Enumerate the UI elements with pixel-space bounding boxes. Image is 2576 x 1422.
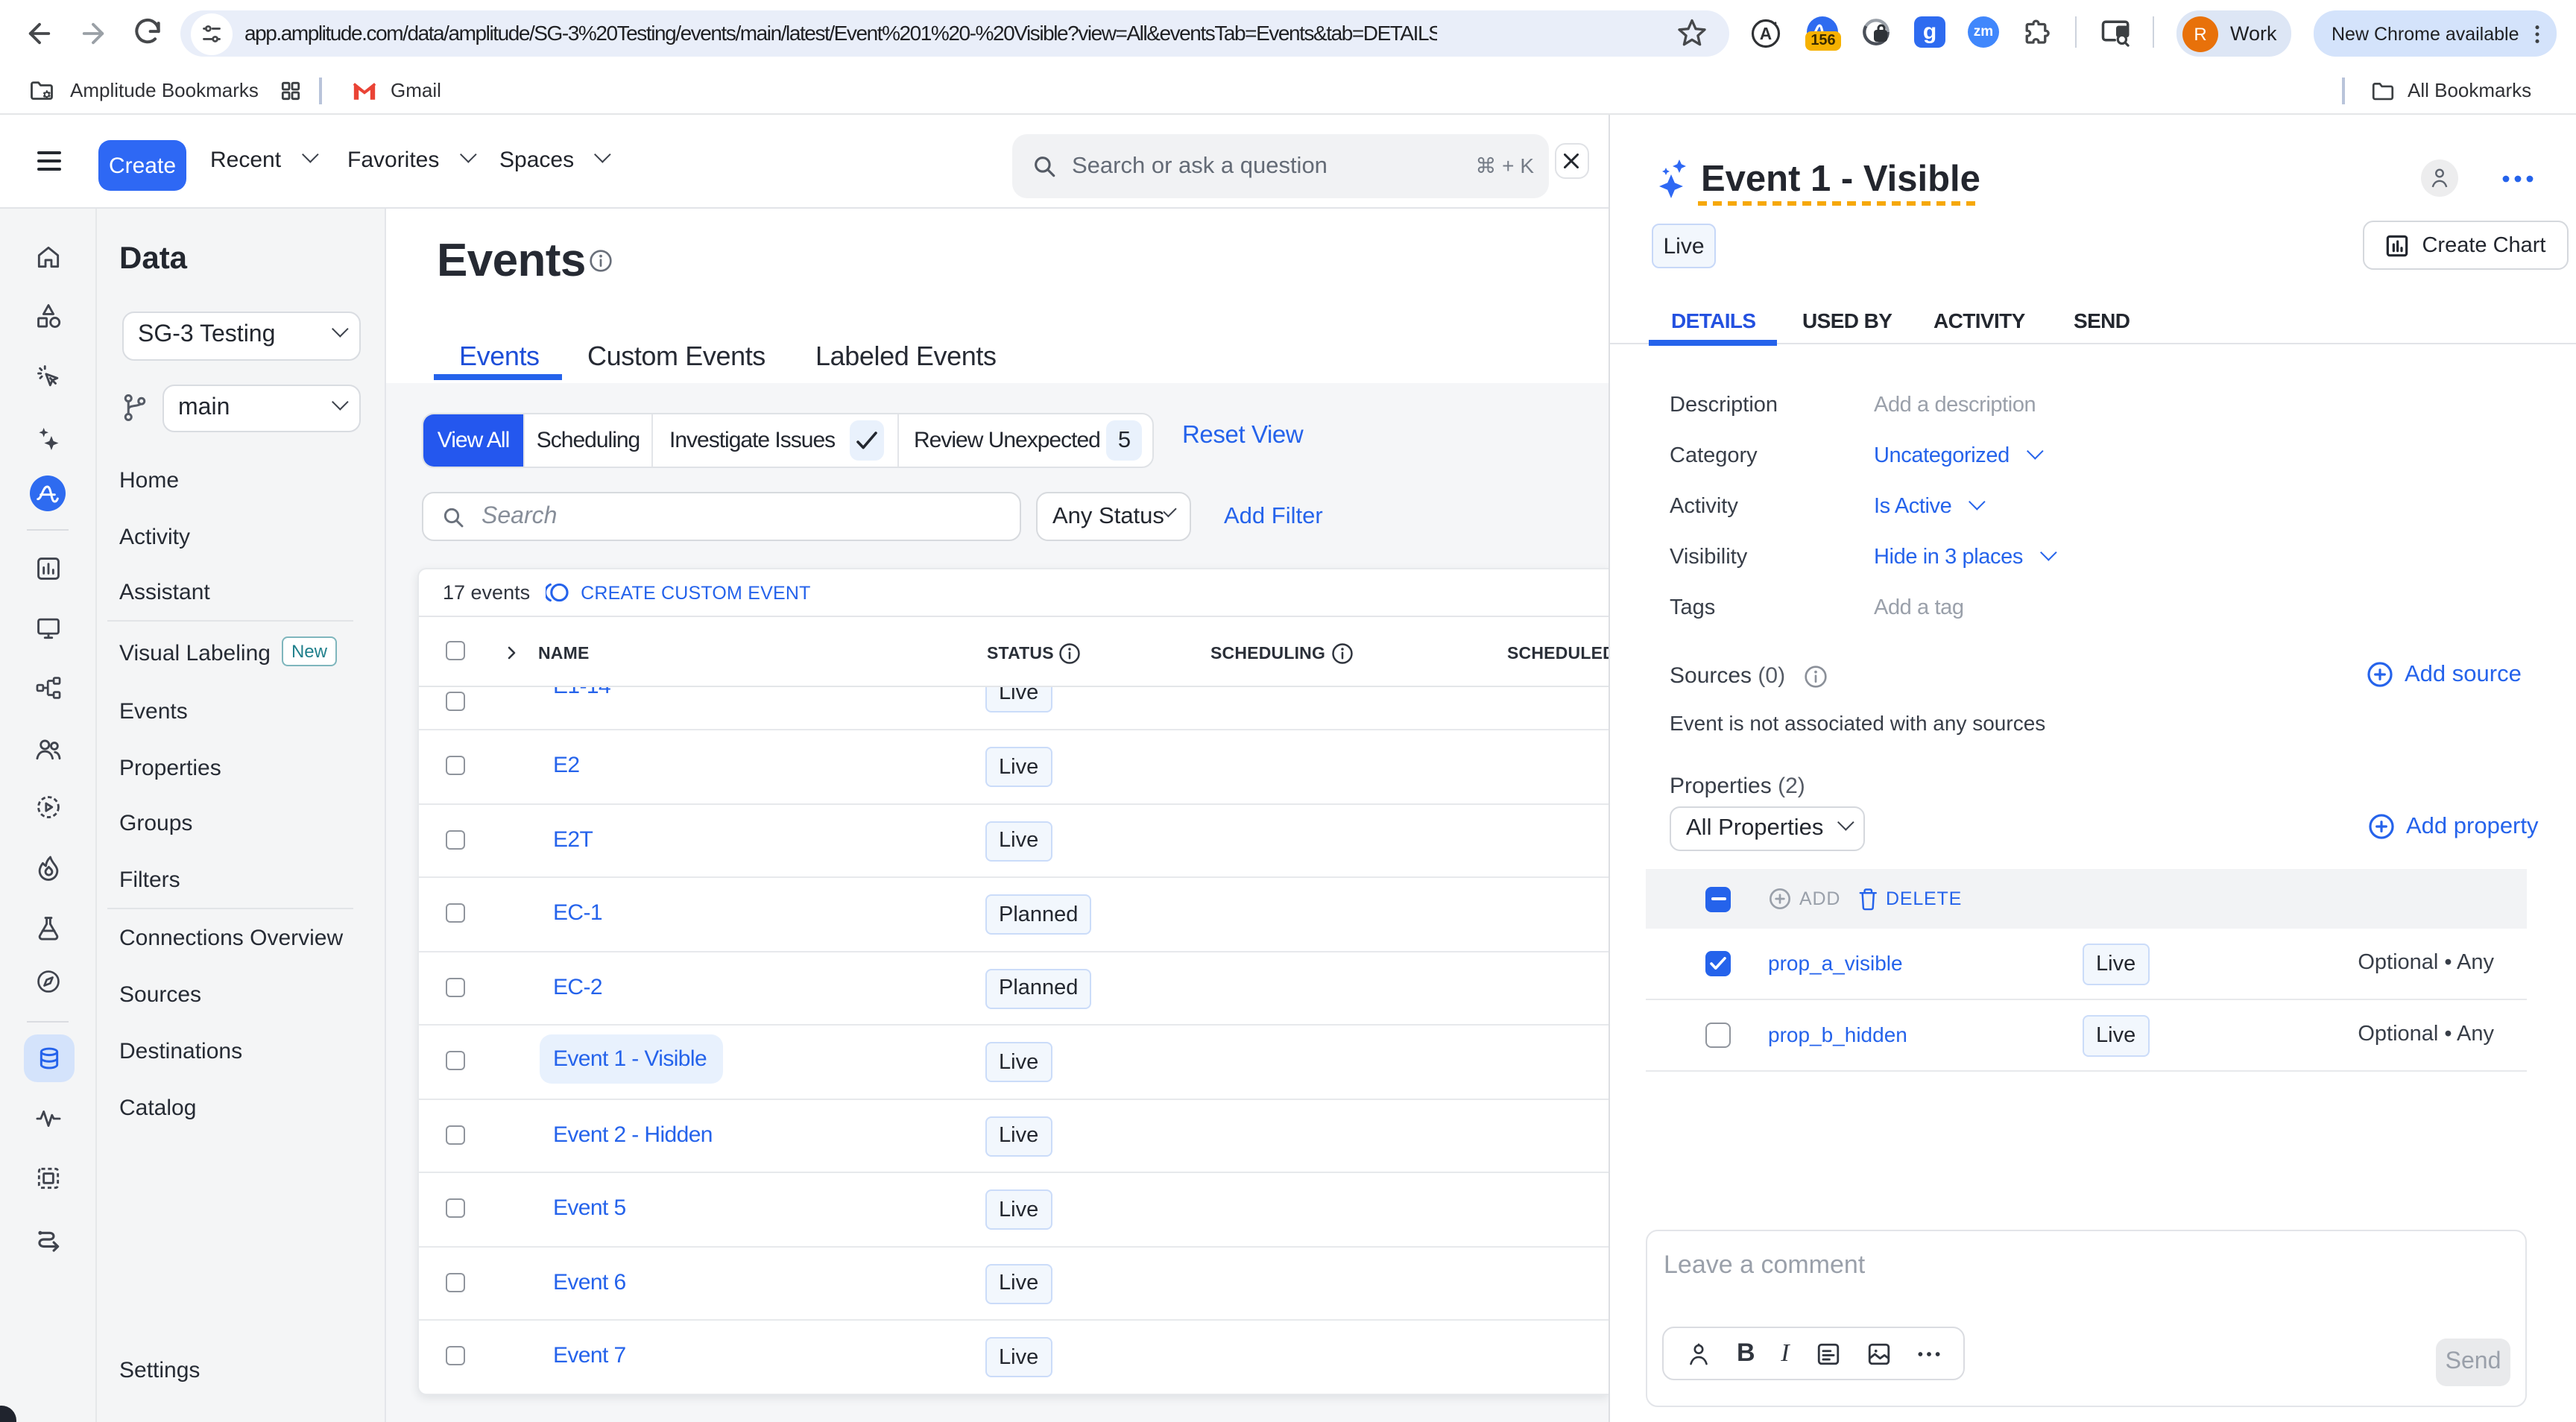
svg-text:A: A bbox=[1760, 24, 1772, 43]
